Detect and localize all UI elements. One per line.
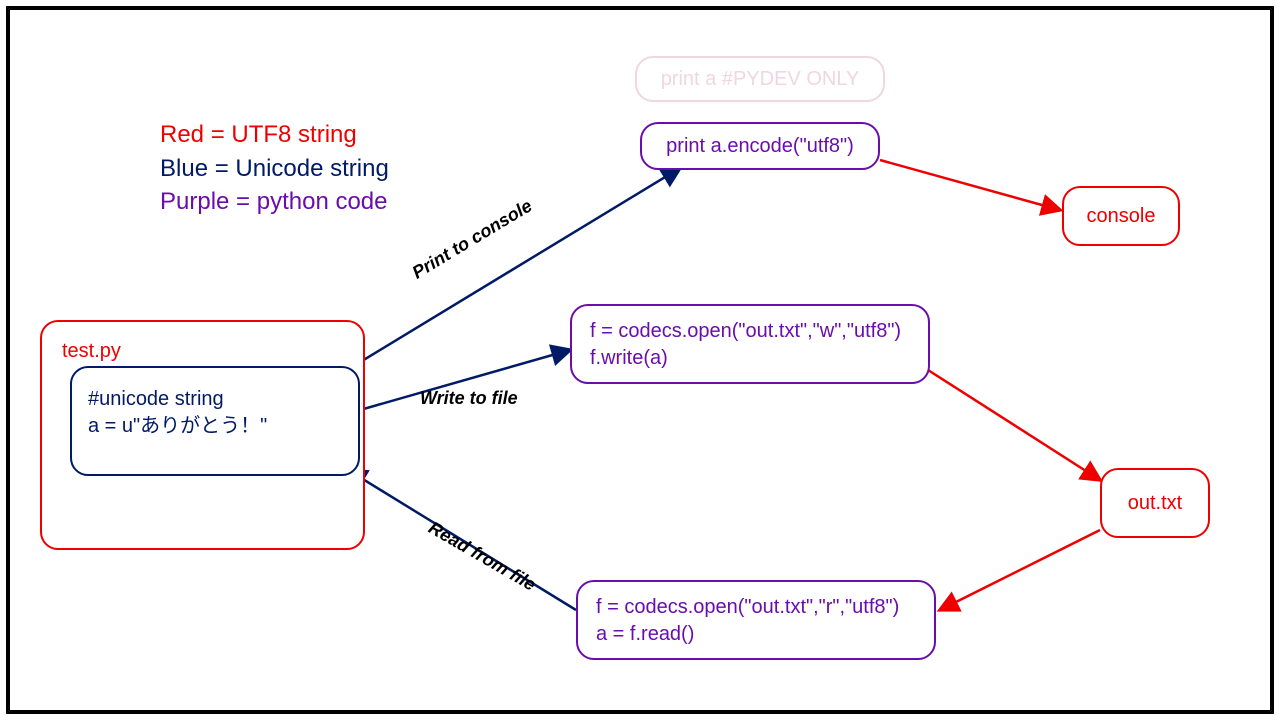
write-line1: f = codecs.open("out.txt","w","utf8") — [590, 318, 910, 345]
legend-blue: Blue = Unicode string — [160, 152, 389, 186]
file-title: test.py — [62, 338, 343, 365]
encode-text: print a.encode("utf8") — [666, 133, 854, 160]
console-text: console — [1087, 203, 1156, 230]
diagram-frame: Red = UTF8 string Blue = Unicode string … — [6, 6, 1274, 714]
out-text: out.txt — [1128, 490, 1182, 517]
pydev-box: print a #PYDEV ONLY — [635, 56, 885, 102]
out-box: out.txt — [1100, 468, 1210, 538]
legend-purple: Purple = python code — [160, 185, 389, 219]
console-box: console — [1062, 186, 1180, 246]
write-box: f = codecs.open("out.txt","w","utf8") f.… — [570, 304, 930, 384]
legend: Red = UTF8 string Blue = Unicode string … — [160, 118, 389, 219]
legend-red: Red = UTF8 string — [160, 118, 389, 152]
label-write-to-file: Write to file — [420, 388, 518, 409]
write-line2: f.write(a) — [590, 345, 910, 372]
arrow-out-to-read — [940, 530, 1100, 610]
pydev-text: print a #PYDEV ONLY — [661, 66, 860, 93]
read-box: f = codecs.open("out.txt","r","utf8") a … — [576, 580, 936, 660]
arrow-write-to-out — [928, 370, 1100, 480]
arrow-encode-to-console — [880, 160, 1060, 210]
source-comment: #unicode string — [88, 386, 342, 413]
source-code-box: #unicode string a = u"ありがとう！" — [70, 366, 360, 476]
read-line2: a = f.read() — [596, 621, 916, 648]
encode-box: print a.encode("utf8") — [640, 122, 880, 170]
source-code-line: a = u"ありがとう！" — [88, 413, 342, 440]
read-line1: f = codecs.open("out.txt","r","utf8") — [596, 594, 916, 621]
